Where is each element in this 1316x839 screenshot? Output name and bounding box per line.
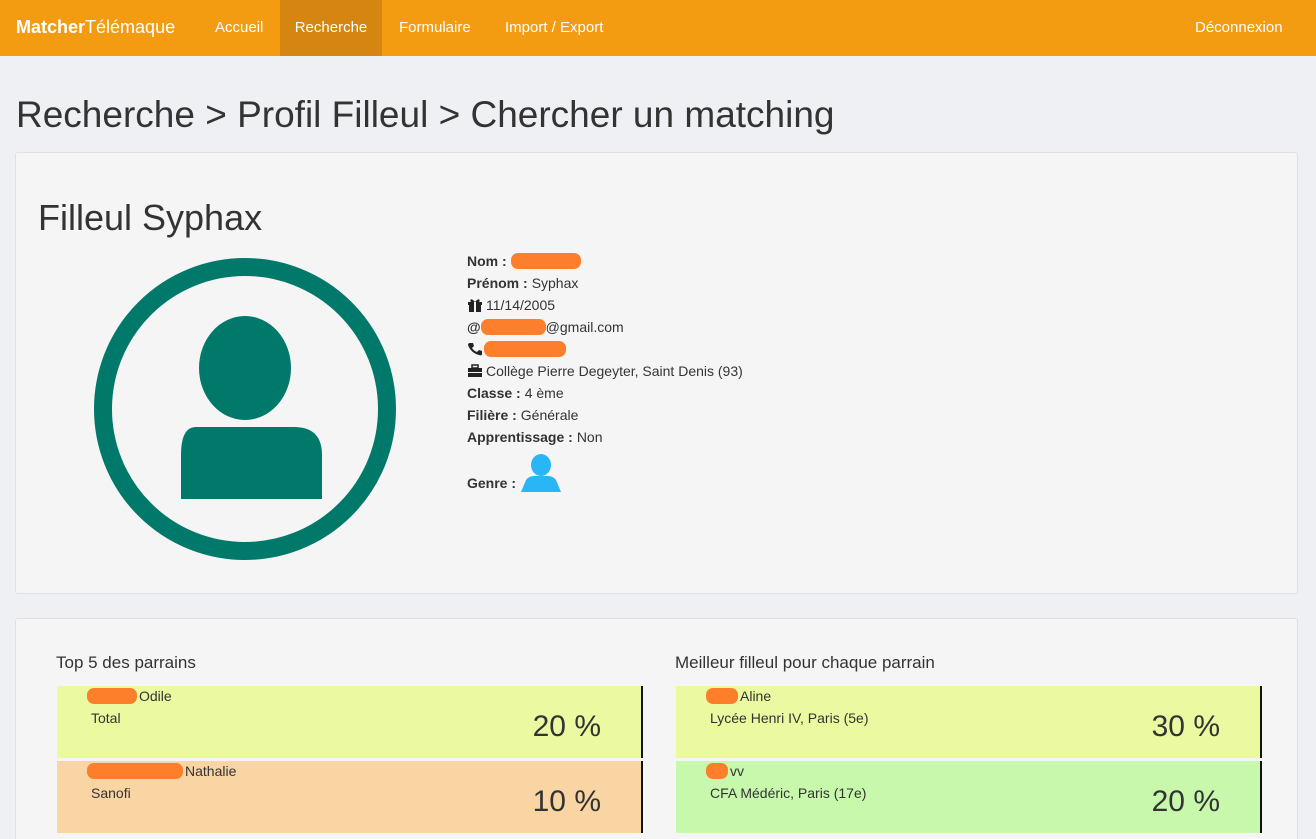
genre-row: Genre : [467,448,743,496]
redacted-parrain-name [87,688,137,704]
filleul-score: 30 % [1151,710,1220,743]
school-row: Collège Pierre Degeyter, Saint Denis (93… [467,360,743,382]
nav-accueil[interactable]: Accueil [215,0,263,56]
prenom-value: Syphax [531,275,579,291]
filleul-school: Lycée Henri IV, Paris (5e) [710,710,869,726]
nav-recherche[interactable]: Recherche [280,0,382,56]
profile-title: Filleul Syphax [38,197,263,238]
parrain-name: Nathalie [185,763,237,779]
redacted-nom [510,253,581,269]
filleul-score: 20 % [1151,785,1220,818]
nom-label: Nom : [467,253,507,269]
user-circle-icon [94,258,396,560]
at-icon: @ [467,319,481,335]
gift-icon [468,299,482,312]
filiere-value: Générale [520,407,579,423]
classe-row: Classe : 4 ème [467,382,743,404]
classe-label: Classe : [467,385,521,401]
brand-bold: Matcher [16,17,86,37]
profile-panel: Filleul Syphax Nom : Prénom : Syphax 11/… [15,152,1298,594]
matching-panel: Top 5 des parrains Meilleur filleul pour… [15,618,1298,839]
parrain-company: Sanofi [91,785,131,801]
parrain-card[interactable]: Odile Total 20 % [57,686,643,758]
briefcase-icon [468,364,482,377]
filleul-name-row: Aline [706,688,771,704]
nav-formulaire[interactable]: Formulaire [399,0,471,56]
apprentissage-label: Apprentissage : [467,429,573,445]
classe-value: 4 ème [524,385,564,401]
parrain-company: Total [91,710,121,726]
redacted-phone [484,341,566,357]
email-domain: @gmail.com [545,319,624,335]
filleul-name: vv [730,763,744,779]
male-user-icon [521,454,562,492]
profile-info: Nom : Prénom : Syphax 11/14/2005 @ @gmai… [467,250,743,496]
filiere-label: Filière : [467,407,517,423]
apprentissage-row: Apprentissage : Non [467,426,743,448]
school-value: Collège Pierre Degeyter, Saint Denis (93… [486,363,743,379]
apprentissage-value: Non [576,429,603,445]
brand-rest: Télémaque [85,17,176,37]
genre-label: Genre : [467,475,517,491]
top-parrains-title: Top 5 des parrains [56,653,196,672]
nav-import-export[interactable]: Import / Export [505,0,603,56]
redacted-email [480,319,546,335]
filleul-name: Aline [740,688,772,704]
navbar: MatcherTélémaque Accueil Recherche Formu… [0,0,1316,56]
birthdate-row: 11/14/2005 [467,294,743,316]
parrain-score: 10 % [532,785,601,818]
redacted-filleul-name [706,688,738,704]
prenom-label: Prénom : [467,275,528,291]
email-row: @ @gmail.com [467,316,743,338]
parrain-name: Odile [139,688,172,704]
nom-row: Nom : [467,250,743,272]
filleul-card[interactable]: vv CFA Médéric, Paris (17e) 20 % [676,761,1262,833]
filiere-row: Filière : Générale [467,404,743,426]
parrain-name-row: Odile [87,688,172,704]
filleul-name-row: vv [706,763,744,779]
page-title: Recherche > Profil Filleul > Chercher un… [16,94,835,135]
filleul-card[interactable]: Aline Lycée Henri IV, Paris (5e) 30 % [676,686,1262,758]
phone-row [467,338,743,360]
prenom-row: Prénom : Syphax [467,272,743,294]
parrain-score: 20 % [532,710,601,743]
parrain-name-row: Nathalie [87,763,236,779]
best-filleuls-title: Meilleur filleul pour chaque parrain [675,653,935,672]
phone-icon [468,343,482,356]
redacted-filleul-name [706,763,728,779]
brand-logo[interactable]: MatcherTélémaque [16,17,175,38]
logout-link[interactable]: Déconnexion [1195,0,1283,56]
filleul-school: CFA Médéric, Paris (17e) [710,785,867,801]
birthdate-value: 11/14/2005 [486,297,556,313]
parrain-card[interactable]: Nathalie Sanofi 10 % [57,761,643,833]
redacted-parrain-name [87,763,183,779]
